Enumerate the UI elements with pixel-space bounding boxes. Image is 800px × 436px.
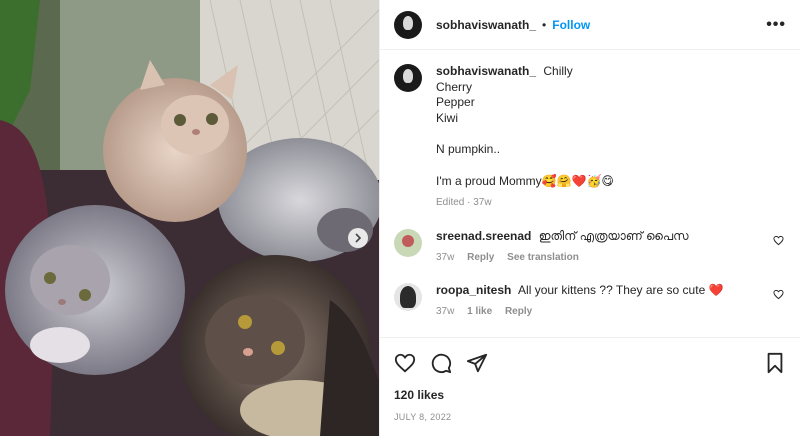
commenter-username[interactable]: sreenad.sreenad [436,229,531,243]
comment-meta: 37w Reply See translation [436,250,689,265]
comment-body: roopa_nitesh All your kittens ?? They ar… [436,283,748,319]
more-options-button[interactable]: ••• [766,16,786,34]
comment-text: All your kittens ?? They are so cute ❤️ [518,282,724,297]
comment-time: 37w [436,305,455,317]
commenter-avatar[interactable] [394,228,422,257]
header-separator: • [542,17,547,32]
comment-time: 37w [436,251,455,263]
commenter-avatar[interactable] [394,282,422,311]
reply-button[interactable]: Reply [505,306,532,317]
caption-line: N pumpkin.. [436,142,501,156]
comment-icon[interactable] [430,352,452,374]
caption-avatar[interactable] [394,64,422,92]
bookmark-icon[interactable] [764,352,786,374]
comment-item: sreenad.sreenad ഇതിന് എത്രയാണ് പൈസ 37w R… [394,228,786,265]
post-photo[interactable] [0,0,379,436]
heart-icon[interactable] [773,235,784,246]
author-avatar[interactable] [394,10,422,39]
comment-body: sreenad.sreenad ഇതിന് എത്രയാണ് പൈസ 37w R… [436,229,713,265]
caption: sobhaviswanath_ Chilly Cherry Pepper Kiw… [394,64,786,211]
heart-icon[interactable] [773,289,784,300]
follow-button[interactable]: Follow [552,18,590,32]
edited-label: Edited · 37w [436,197,492,208]
caption-username[interactable]: sobhaviswanath_ [436,64,536,78]
caption-line: Pepper [436,95,475,109]
next-photo-button[interactable] [348,228,368,248]
caption-line: Kiwi [436,110,459,125]
kittens-photo [0,0,379,436]
author-username[interactable]: sobhaviswanath_ [436,18,536,32]
share-icon[interactable] [466,352,488,374]
post-sidebar: sobhaviswanath_ • Follow ••• sobhaviswan… [379,0,800,436]
chevron-right-icon [355,233,362,243]
instagram-post: sobhaviswanath_ • Follow ••• sobhaviswan… [0,0,800,436]
reply-button[interactable]: Reply [467,252,494,263]
caption-body: sobhaviswanath_ Chilly Cherry Pepper Kiw… [436,64,614,211]
heart-icon[interactable] [394,352,416,374]
comment-text: ഇതിന് എത്രയാണ് പൈസ [538,228,689,243]
comments-section: sobhaviswanath_ Chilly Cherry Pepper Kiw… [380,50,800,338]
see-translation-button[interactable]: See translation [507,252,579,263]
comment-item: roopa_nitesh All your kittens ?? They ar… [394,282,786,319]
action-bar [380,338,800,388]
likes-count[interactable]: 120 likes [380,388,800,408]
post-header: sobhaviswanath_ • Follow ••• [380,0,800,50]
caption-meta: Edited · 37w [436,195,614,211]
commenter-username[interactable]: roopa_nitesh [436,283,511,297]
caption-line: Chilly [543,64,573,78]
comment-meta: 37w 1 like Reply [436,304,724,319]
comment-likes[interactable]: 1 like [467,306,492,317]
caption-line: I'm a proud Mommy🥰🤗❤️🥳😋 [436,173,614,188]
caption-line: Cherry [436,79,473,94]
post-date[interactable]: JULY 8, 2022 [380,412,800,422]
